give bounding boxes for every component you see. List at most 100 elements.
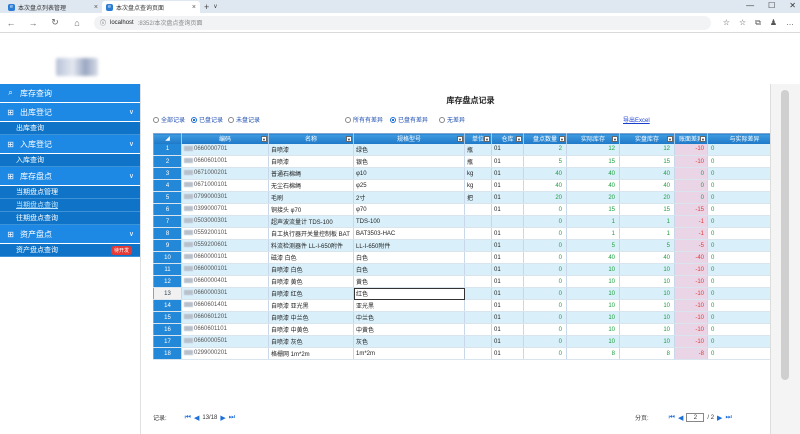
count-cell[interactable]: 0 [523, 203, 567, 216]
book-stock-cell[interactable]: 1 [619, 227, 675, 240]
sidebar-subitem[interactable]: 出库查询 [0, 122, 140, 135]
item-name-cell[interactable]: 自喷漆 亚光黑 [268, 299, 354, 312]
real-stock-cell[interactable]: 10 [566, 287, 620, 300]
unit-cell[interactable] [464, 263, 492, 276]
book-stock-cell[interactable]: 1 [619, 215, 675, 228]
tab-list-chevron-icon[interactable]: ∨ [213, 1, 217, 13]
item-name-cell[interactable]: 普通石棉绳 [268, 167, 354, 180]
real-stock-cell[interactable]: 40 [566, 167, 620, 180]
profile-icon[interactable]: ♟ [770, 18, 777, 28]
radio-icon[interactable] [439, 116, 445, 123]
radio-icon[interactable] [153, 116, 159, 123]
filter-radio-option[interactable]: 已盘有差异 [390, 115, 428, 124]
filter-radio-option[interactable]: 已盘记录 [191, 115, 223, 124]
filter-radio-option[interactable]: 所有有差异 [345, 115, 383, 124]
collections-icon[interactable]: ⧉ [755, 18, 761, 28]
real-stock-cell[interactable]: 40 [566, 251, 620, 264]
book-stock-cell[interactable]: 5 [619, 239, 675, 252]
column-header[interactable]: 实盘库存 ▼ [619, 133, 675, 144]
book-stock-cell[interactable]: 8 [619, 347, 675, 360]
spec-cell[interactable]: φ25 [353, 179, 465, 192]
spec-cell[interactable]: 2寸 [353, 191, 465, 204]
sidebar-subitem[interactable]: 入库查询 [0, 154, 140, 167]
table-row[interactable]: 7 0503000301 超声波流量计 TDS-100 TDS-100 0 1 1 -1 0 [153, 215, 782, 228]
warehouse-cell[interactable]: 01 [491, 143, 524, 156]
unit-cell[interactable] [464, 287, 492, 300]
row-number[interactable]: 8 [153, 227, 182, 240]
item-name-cell[interactable]: 磁漆 白色 [268, 251, 354, 264]
table-row[interactable]: 18 0299000201 格栅网 1m*2m 1m*2m 01 0 8 8 -8 0 [153, 347, 782, 360]
table-row[interactable]: 10 0660000101 磁漆 白色 白色 01 0 40 40 -40 0 [153, 251, 782, 264]
book-stock-cell[interactable]: 15 [619, 203, 675, 216]
row-number[interactable]: 6 [153, 203, 182, 216]
item-code-cell[interactable]: 0671000101 [181, 179, 269, 192]
item-code-cell[interactable]: 0660000301 [181, 287, 269, 300]
book-stock-cell[interactable]: 10 [619, 263, 675, 276]
real-stock-cell[interactable]: 5 [566, 239, 620, 252]
new-tab-button[interactable]: + [200, 1, 213, 13]
column-filter-icon[interactable]: ▼ [667, 136, 673, 142]
book-diff-cell[interactable]: -10 [674, 311, 708, 324]
unit-cell[interactable] [464, 335, 492, 348]
unit-cell[interactable] [464, 299, 492, 312]
item-code-cell[interactable]: 0660601201 [181, 311, 269, 324]
warehouse-cell[interactable]: 01 [491, 299, 524, 312]
prev-record-icon[interactable]: ◀ [194, 414, 199, 422]
book-stock-cell[interactable]: 40 [619, 167, 675, 180]
real-stock-cell[interactable]: 15 [566, 203, 620, 216]
grid-corner[interactable]: ◢ [153, 133, 182, 144]
warehouse-cell[interactable]: 01 [491, 251, 524, 264]
spec-cell[interactable]: 红色 [353, 287, 465, 300]
warehouse-cell[interactable]: 01 [491, 275, 524, 288]
sidebar-subitem[interactable]: 当期盘点管理 [0, 186, 140, 199]
row-number[interactable]: 7 [153, 215, 182, 228]
export-excel-link[interactable]: 导出Excel [623, 115, 650, 124]
item-name-cell[interactable]: 自喷漆 中兰色 [268, 311, 354, 324]
unit-cell[interactable]: 瓶 [464, 155, 492, 168]
book-stock-cell[interactable]: 10 [619, 287, 675, 300]
scrollbar-thumb[interactable] [781, 90, 789, 380]
forward-icon[interactable]: → [28, 18, 38, 28]
spec-cell[interactable]: 亚光黑 [353, 299, 465, 312]
item-name-cell[interactable]: 自喷漆 白色 [268, 263, 354, 276]
row-number[interactable]: 13 [153, 287, 182, 300]
real-stock-cell[interactable]: 20 [566, 191, 620, 204]
spec-cell[interactable]: 白色 [353, 263, 465, 276]
book-diff-cell[interactable]: -5 [674, 239, 708, 252]
column-filter-icon[interactable]: ▼ [559, 136, 565, 142]
book-diff-cell[interactable]: -10 [674, 335, 708, 348]
count-cell[interactable]: 0 [523, 335, 567, 348]
item-code-cell[interactable]: 0503000301 [181, 215, 269, 228]
column-filter-icon[interactable]: ▼ [516, 136, 522, 142]
first-page-icon[interactable]: ⏮ [669, 414, 675, 422]
page-scrollbar[interactable] [770, 84, 800, 434]
tab-close-icon[interactable]: × [192, 4, 196, 11]
warehouse-cell[interactable]: 01 [491, 311, 524, 324]
warehouse-cell[interactable]: 01 [491, 203, 524, 216]
warehouse-cell[interactable]: 01 [491, 263, 524, 276]
row-number[interactable]: 10 [153, 251, 182, 264]
row-number[interactable]: 3 [153, 167, 182, 180]
table-row[interactable]: 8 0559200101 自工执行器开关量控制板 BAT BAT3503-HAC 01 0… [153, 227, 782, 240]
warehouse-cell[interactable]: 01 [491, 239, 524, 252]
table-row[interactable]: 12 0660000401 自喷漆 黄色 黄色 01 0 10 10 -10 0 [153, 275, 782, 288]
column-filter-icon[interactable]: ▼ [700, 136, 706, 142]
real-stock-cell[interactable]: 12 [566, 143, 620, 156]
filter-radio-option[interactable]: 全部记录 [153, 115, 185, 124]
real-stock-cell[interactable]: 10 [566, 323, 620, 336]
item-code-cell[interactable]: 0299000201 [181, 347, 269, 360]
radio-icon[interactable] [228, 116, 234, 123]
count-cell[interactable]: 0 [523, 275, 567, 288]
spec-cell[interactable]: 白色 [353, 251, 465, 264]
book-diff-cell[interactable]: -15 [674, 203, 708, 216]
warehouse-cell[interactable]: 01 [491, 335, 524, 348]
item-name-cell[interactable]: 自喷漆 中黄色 [268, 323, 354, 336]
item-name-cell[interactable]: 格栅网 1m*2m [268, 347, 354, 360]
count-cell[interactable]: 0 [523, 287, 567, 300]
table-row[interactable]: 1 0660000701 自喷漆 绿色瓶 01 2 12 12 -10 0 [153, 143, 782, 156]
item-code-cell[interactable]: 0559200101 [181, 227, 269, 240]
real-stock-cell[interactable]: 10 [566, 275, 620, 288]
book-diff-cell[interactable]: -10 [674, 263, 708, 276]
warehouse-cell[interactable]: 01 [491, 347, 524, 360]
item-code-cell[interactable]: 0660601001 [181, 155, 269, 168]
